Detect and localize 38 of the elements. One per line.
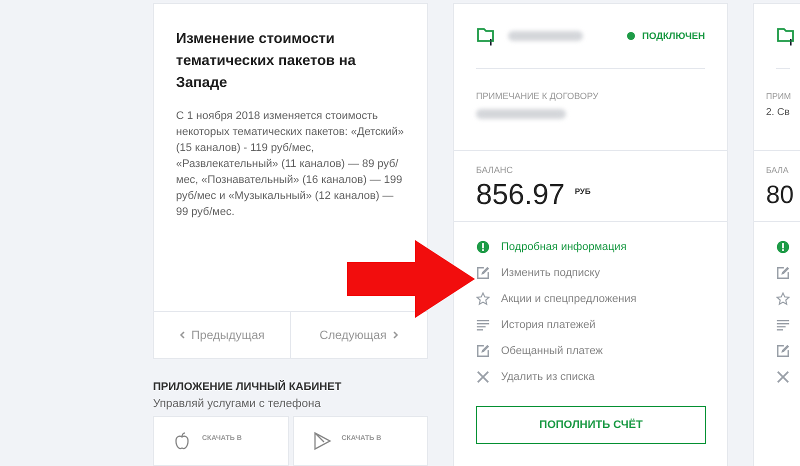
folder-info-icon — [476, 26, 496, 46]
menu-item[interactable]: Акции и спецпредложения — [476, 286, 705, 312]
info-icon — [476, 240, 490, 254]
news-title: Изменение стоимости тематических пакетов на Западе — [176, 30, 357, 93]
status-dot — [627, 32, 636, 40]
news-text: С 1 ноября 2018 изменяется стоимость некоторых тематических пакетов: «Детский» (15 каналов) - 119 руб/мес, «Развлекательный» (11 каналов) — 89 руб/мес, «Познавательный» (16 каналов) — 199 руб/мес и «Музыкальный» (12 каналов) — 99 руб/мес. — [176, 109, 405, 220]
close-icon — [776, 370, 790, 384]
folder-info-icon — [776, 26, 796, 46]
edit-icon — [476, 266, 490, 280]
status-label: ПОДКЛЮЧЕН — [642, 30, 705, 42]
star-icon — [776, 292, 790, 306]
balance-amount: 80 — [766, 180, 794, 211]
app-promo-subtitle: Управляй услугами с телефона — [153, 398, 322, 410]
edit-icon — [476, 344, 490, 358]
currency-label: РУБ — [574, 187, 591, 196]
edit-icon — [776, 344, 790, 358]
balance-label: БАЛА — [766, 165, 790, 175]
note-label: ПРИМ — [766, 91, 790, 101]
app-promo-title: ПРИЛОЖЕНИЕ ЛИЧНЫЙ КАБИНЕТ — [153, 381, 342, 393]
chevron-right-icon — [392, 331, 399, 339]
note-text: 2. Св — [766, 107, 790, 118]
chevron-left-icon — [179, 331, 186, 339]
top-up-button[interactable]: ПОПОЛНИТЬ СЧЁТ — [476, 406, 706, 444]
info-icon — [776, 240, 790, 254]
note-label: ПРИМЕЧАНИЕ К ДОГОВОРУ — [476, 91, 600, 101]
balance-label: БАЛАНС — [476, 165, 514, 175]
menu-item[interactable]: Изменить подписку — [476, 260, 705, 286]
edit-icon — [776, 266, 790, 280]
menu-item[interactable]: Подробная информация — [476, 234, 705, 260]
menu-item[interactable]: Обещанный платеж — [476, 338, 705, 364]
close-icon — [476, 370, 490, 384]
play-store-icon — [312, 431, 332, 451]
menu-item[interactable]: История платежей — [476, 312, 705, 338]
balance-amount: 856.97 — [476, 178, 565, 213]
list-icon — [776, 318, 790, 332]
list-icon — [476, 318, 490, 332]
menu-item[interactable]: Удалить из списка — [476, 364, 705, 390]
star-icon — [476, 292, 490, 306]
